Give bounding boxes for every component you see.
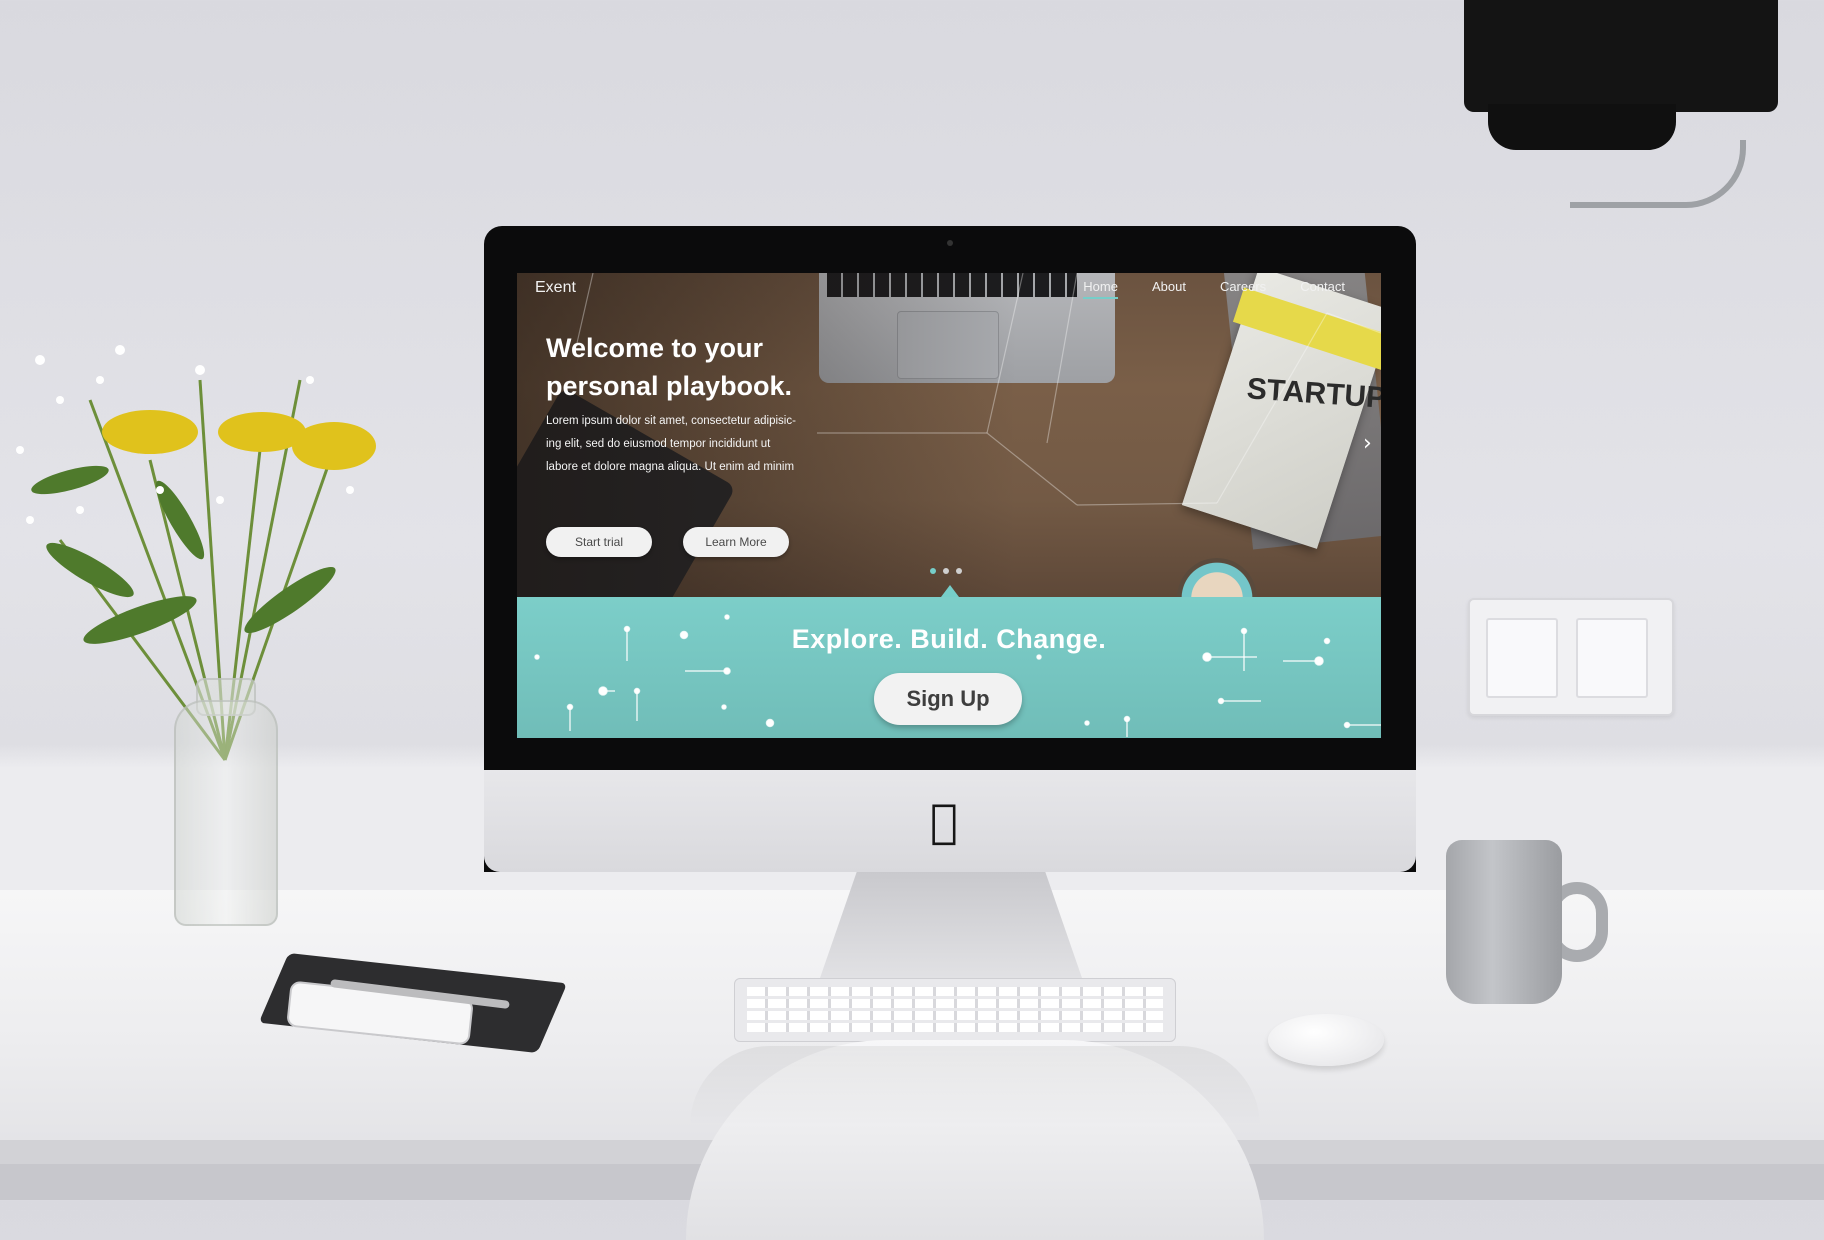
coffee-mug	[1446, 840, 1562, 1004]
mouse	[1268, 1014, 1384, 1066]
section-pointer-icon	[941, 585, 959, 597]
wall-lamp-arm	[1570, 140, 1746, 208]
start-trial-button[interactable]: Start trial	[546, 527, 652, 557]
hero-body-line-3: labore et dolore magna aliqua. Ut enim a…	[546, 461, 795, 473]
hero-section: STARTUP Exent Home About Careers Contact	[517, 273, 1381, 597]
hero-body-line-2: ing elit, sed do eiusmod tempor incididu…	[546, 438, 771, 450]
carousel-dot-1[interactable]	[930, 568, 936, 574]
nav-about[interactable]: About	[1152, 279, 1186, 299]
nav-contact[interactable]: Contact	[1300, 279, 1345, 299]
carousel-dot-3[interactable]	[956, 568, 962, 574]
cta-section: Explore. Build. Change. Sign Up	[517, 597, 1381, 738]
light-switch-right	[1576, 618, 1648, 698]
nav-careers[interactable]: Careers	[1220, 279, 1266, 299]
camera-icon	[947, 240, 953, 246]
nav-home[interactable]: Home	[1083, 279, 1118, 299]
glass-vase	[174, 700, 278, 926]
learn-more-button[interactable]: Learn More	[683, 527, 789, 557]
website-screen: STARTUP Exent Home About Careers Contact	[517, 273, 1381, 738]
hero-title-line-2: personal playbook.	[546, 371, 793, 401]
chair-shading	[690, 1046, 1260, 1126]
wall-lamp	[1464, 0, 1778, 112]
hero-title-line-1: Welcome to your	[546, 333, 764, 363]
hero-title: Welcome to your personal playbook.	[546, 329, 866, 405]
keyboard	[734, 978, 1176, 1042]
carousel-dot-2[interactable]	[943, 568, 949, 574]
carousel-dots	[930, 568, 962, 574]
light-switch-left	[1486, 618, 1558, 698]
main-nav: Home About Careers Contact	[1083, 279, 1345, 299]
light-switch	[1468, 598, 1674, 716]
carousel-next-icon[interactable]: ›	[1363, 433, 1372, 455]
monitor-stand	[820, 872, 1082, 978]
sign-up-button[interactable]: Sign Up	[874, 673, 1022, 725]
apple-logo-icon: 	[930, 798, 958, 844]
keyboard-keys	[747, 987, 1163, 1033]
cta-title: Explore. Build. Change.	[791, 624, 1107, 654]
hero-body: Lorem ipsum dolor sit amet, consectetur …	[546, 410, 814, 479]
site-logo[interactable]: Exent	[535, 279, 576, 297]
hero-body-line-1: Lorem ipsum dolor sit amet, consectetur …	[546, 415, 796, 427]
